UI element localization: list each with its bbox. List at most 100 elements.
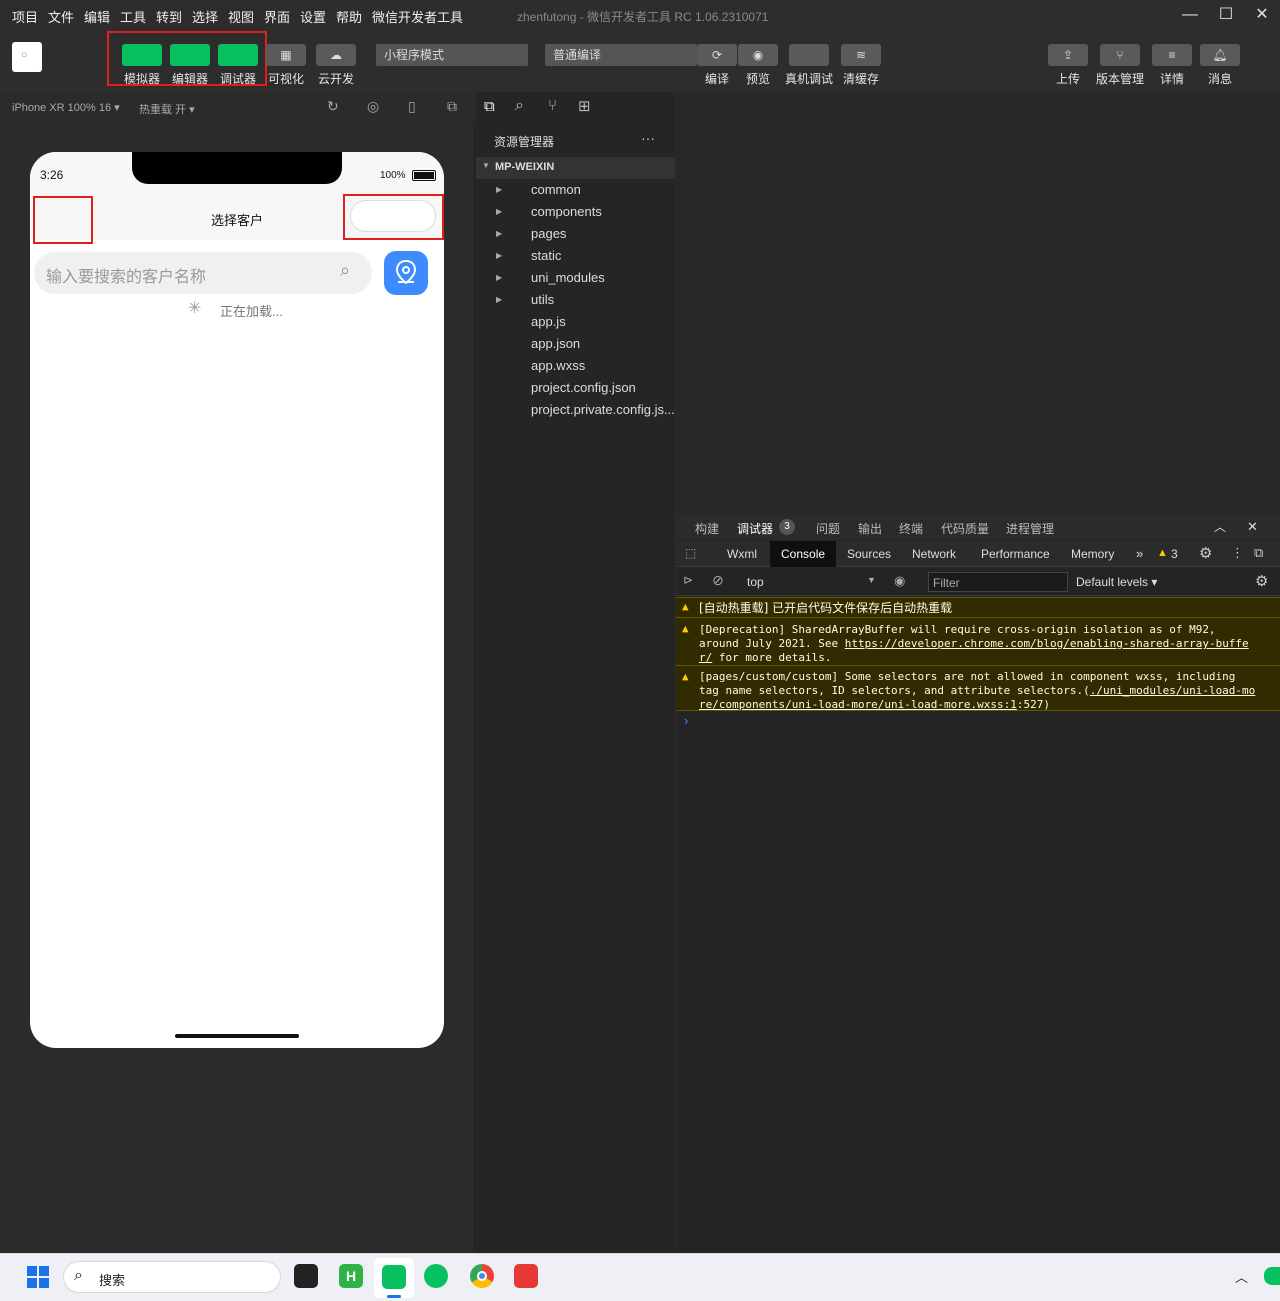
hbuilder-icon[interactable]: H — [339, 1264, 363, 1288]
tab-memory[interactable]: Memory — [1071, 541, 1114, 567]
chrome-icon[interactable] — [470, 1264, 494, 1288]
visual-button[interactable]: ▦ — [266, 44, 306, 66]
task-view-icon[interactable] — [294, 1264, 318, 1288]
mode-select[interactable]: 小程序模式 — [376, 44, 528, 66]
tree-file[interactable]: project.config.json — [476, 377, 675, 399]
tab-terminal[interactable]: 终端 — [899, 520, 923, 537]
tab-code-quality[interactable]: 代码质量 — [941, 520, 989, 537]
wechat-icon[interactable] — [424, 1264, 448, 1288]
map-location-button[interactable] — [384, 251, 428, 295]
compile-button[interactable]: ⟳ — [697, 44, 737, 66]
debugger-badge: 3 — [779, 519, 795, 535]
taskbar-search[interactable]: ⌕ 搜索 — [63, 1261, 281, 1293]
menu-interface[interactable]: 界面 — [264, 7, 290, 26]
console-link[interactable]: re/components/uni-load-more/uni-load-mor… — [699, 698, 1017, 711]
tree-file[interactable]: project.private.config.js... — [476, 399, 675, 421]
tree-folder[interactable]: ▶ pages — [476, 223, 675, 245]
close-icon[interactable]: ✕ — [1250, 4, 1274, 26]
warning-count[interactable]: 3 — [1171, 547, 1178, 561]
hot-reload-select[interactable]: 热重载 开 ▾ — [139, 101, 195, 117]
tab-performance[interactable]: Performance — [981, 541, 1050, 567]
kebab-icon[interactable]: ⋮ — [1231, 545, 1244, 561]
console-prompt[interactable]: › — [684, 713, 688, 728]
tree-folder[interactable]: ▶ static — [476, 245, 675, 267]
tab-output[interactable]: 输出 — [858, 520, 882, 537]
tab-debugger[interactable]: 调试器 — [737, 520, 773, 537]
tree-file[interactable]: app.wxss — [476, 355, 675, 377]
menu-select[interactable]: 选择 — [192, 7, 218, 26]
tab-issues[interactable]: 问题 — [816, 520, 840, 537]
preview-button[interactable]: ◉ — [738, 44, 778, 66]
menu-wechat-devtools[interactable]: 微信开发者工具 — [372, 7, 463, 26]
menu-project[interactable]: 项目 — [12, 7, 38, 26]
clear-cache-button[interactable]: ≋ — [841, 44, 881, 66]
details-button[interactable]: ≡ — [1152, 44, 1192, 66]
search-icon[interactable]: ⌕ — [340, 260, 350, 281]
menu-help[interactable]: 帮助 — [336, 7, 362, 26]
git-icon[interactable]: ⑂ — [548, 97, 557, 114]
wechat-tray-icon[interactable] — [1264, 1267, 1280, 1285]
chevron-up-icon[interactable]: ︿ — [1235, 1267, 1248, 1286]
editor-area[interactable] — [676, 92, 1280, 514]
minimize-icon[interactable]: — — [1178, 4, 1202, 26]
tab-sources[interactable]: Sources — [847, 541, 891, 567]
context-select[interactable]: top — [747, 575, 764, 589]
menu-goto[interactable]: 转到 — [156, 7, 182, 26]
wechat-devtools-taskbar-item[interactable] — [374, 1258, 414, 1298]
tree-root[interactable]: ▼ MP-WEIXIN — [476, 157, 675, 179]
console-link[interactable]: https://developer.chrome.com/blog/enabli… — [845, 637, 1249, 650]
phone-icon[interactable]: ▯ — [408, 98, 416, 115]
popout-icon[interactable]: ⧉ — [447, 98, 457, 115]
sidebar-toggle-icon[interactable]: ⊳ — [683, 573, 693, 587]
inspect-icon[interactable]: ⬚ — [685, 546, 696, 560]
rotate-icon[interactable]: ↻ — [327, 98, 339, 115]
clear-console-icon[interactable]: ⊘ — [712, 572, 724, 589]
console-link[interactable]: ./uni_modules/uni-load-mo — [1090, 684, 1256, 697]
tab-process[interactable]: 进程管理 — [1006, 520, 1054, 537]
menu-tools[interactable]: 工具 — [120, 7, 146, 26]
version-button[interactable]: ⑂ — [1100, 44, 1140, 66]
cloud-dev-button[interactable]: ☁ — [316, 44, 356, 66]
upload-button[interactable]: ⇪ — [1048, 44, 1088, 66]
menu-settings[interactable]: 设置 — [300, 7, 326, 26]
app-red-icon[interactable] — [514, 1264, 538, 1288]
tab-build[interactable]: 构建 — [695, 520, 719, 537]
compile-mode-select[interactable]: 普通编译 — [545, 44, 697, 66]
console-link[interactable]: r/ — [699, 651, 712, 664]
eye-icon[interactable]: ◉ — [894, 573, 905, 589]
tab-wxml[interactable]: Wxml — [727, 541, 757, 567]
search-input[interactable]: 输入要搜索的客户名称 ⌕ — [34, 252, 372, 294]
tree-folder[interactable]: ▶ components — [476, 201, 675, 223]
files-icon[interactable]: ⧉ — [484, 98, 495, 115]
cloud-dev-label: 云开发 — [317, 72, 354, 86]
tree-file[interactable]: app.js — [476, 311, 675, 333]
levels-select[interactable]: Default levels ▾ — [1076, 575, 1157, 589]
messages-button[interactable]: 🔔︎ — [1200, 44, 1240, 66]
record-icon[interactable]: ◎ — [367, 98, 379, 115]
close-icon[interactable]: ✕ — [1247, 519, 1258, 535]
tree-folder[interactable]: ▶ utils — [476, 289, 675, 311]
maximize-icon[interactable]: ☐ — [1214, 4, 1238, 26]
menu-edit[interactable]: 编辑 — [84, 7, 110, 26]
tree-folder[interactable]: ▶ uni_modules — [476, 267, 675, 289]
menu-file[interactable]: 文件 — [48, 7, 74, 26]
more-icon[interactable]: ··· — [641, 130, 655, 146]
windows-start-icon[interactable] — [27, 1266, 49, 1288]
tree-file[interactable]: app.json — [476, 333, 675, 355]
dock-icon[interactable]: ⧉ — [1254, 545, 1263, 561]
tree-folder[interactable]: ▶ common — [476, 179, 675, 201]
device-select[interactable]: iPhone XR 100% 16 ▾ — [12, 101, 120, 114]
tab-network[interactable]: Network — [912, 541, 956, 567]
filter-input[interactable]: Filter — [928, 572, 1068, 592]
chevron-down-icon[interactable]: ▼ — [867, 575, 876, 585]
more-tabs-icon[interactable]: » — [1136, 541, 1143, 567]
search-icon[interactable]: ⌕ — [515, 97, 524, 115]
avatar[interactable]: ○ — [12, 42, 42, 72]
menu-view[interactable]: 视图 — [228, 7, 254, 26]
real-debug-button[interactable] — [789, 44, 829, 66]
gear-icon[interactable]: ⚙ — [1199, 544, 1212, 562]
tab-console[interactable]: Console — [770, 541, 837, 567]
extensions-icon[interactable]: ⊞ — [578, 97, 591, 115]
chevron-up-icon[interactable]: ︿ — [1214, 518, 1226, 535]
gear-icon[interactable]: ⚙ — [1255, 572, 1268, 590]
